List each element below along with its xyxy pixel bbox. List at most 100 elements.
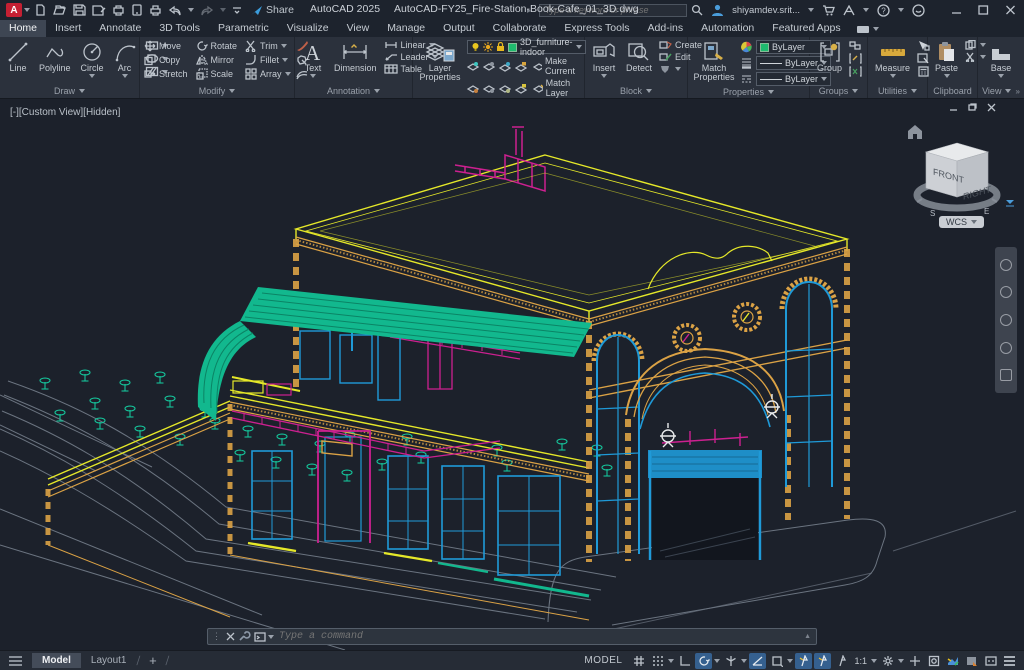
circle-button[interactable]: Circle	[78, 40, 107, 79]
tab-featured-apps[interactable]: Featured Apps	[763, 20, 849, 37]
tab-express-tools[interactable]: Express Tools	[555, 20, 638, 37]
match-properties-button[interactable]: Match Properties	[692, 40, 736, 84]
tab-visualize[interactable]: Visualize	[278, 20, 338, 37]
snap-toggle[interactable]	[649, 653, 666, 669]
navigation-bar[interactable]	[995, 247, 1017, 393]
panel-properties-label[interactable]: Properties	[688, 86, 809, 98]
nav-wheel-icon[interactable]	[1000, 258, 1012, 271]
undo-icon[interactable]	[168, 5, 182, 16]
tab-manage[interactable]: Manage	[378, 20, 434, 37]
redo-caret-icon[interactable]	[220, 8, 226, 12]
command-customize-icon[interactable]	[238, 631, 251, 642]
line-button[interactable]: Line	[4, 40, 32, 74]
nav-motion-icon[interactable]	[1000, 369, 1012, 382]
layer-off-icon[interactable]	[467, 61, 479, 72]
command-line[interactable]: ⋮ ▲	[207, 628, 817, 645]
annotation-autoscale-toggle[interactable]	[814, 652, 832, 669]
annotation-visibility-toggle[interactable]	[795, 652, 813, 669]
osnap-toggle[interactable]	[768, 653, 785, 669]
layer-properties-button[interactable]: Layer Properties	[417, 40, 463, 84]
user-name[interactable]: shiyamdev.srit...	[732, 5, 800, 16]
layout1-tab[interactable]: Layout1	[81, 653, 137, 668]
group-edit-icon[interactable]	[849, 53, 862, 64]
polar-caret-icon[interactable]	[714, 658, 721, 663]
copy-clip-icon[interactable]	[965, 40, 977, 50]
drawing-viewport[interactable]: [-][Custom View][Hidden] FRONT RIGHT S E…	[0, 99, 1024, 650]
viewport-controls-label[interactable]: [-][Custom View][Hidden]	[10, 107, 120, 118]
new-file-icon[interactable]	[34, 4, 47, 16]
command-expand-icon[interactable]: ▲	[804, 633, 811, 640]
viewport-close-icon[interactable]	[987, 103, 996, 112]
snap-caret-icon[interactable]	[668, 658, 675, 663]
search-icon[interactable]	[691, 4, 703, 16]
mobile-icon[interactable]	[131, 4, 143, 16]
crosshair-icon[interactable]	[906, 653, 923, 669]
model-tab[interactable]: Model	[32, 653, 81, 668]
copy-button[interactable]: Copy	[144, 54, 188, 66]
stretch-button[interactable]: Stretch	[144, 68, 188, 80]
autodesk-caret-icon[interactable]	[863, 8, 869, 12]
grid-toggle[interactable]	[630, 653, 647, 669]
measure-button[interactable]: Measure	[872, 40, 913, 79]
minimize-button[interactable]	[951, 5, 962, 15]
base-button[interactable]: Base	[986, 40, 1016, 79]
annotation-scale-icon[interactable]	[833, 653, 850, 669]
tab-annotate[interactable]: Annotate	[90, 20, 150, 37]
new-layout-button[interactable]: +	[141, 653, 165, 668]
match-layer-button[interactable]: Match Layer	[533, 78, 586, 98]
nav-pan-icon[interactable]	[1000, 286, 1012, 299]
tab-insert[interactable]: Insert	[46, 20, 90, 37]
scale-button[interactable]: Scale	[195, 68, 238, 80]
app-menu-caret-icon[interactable]	[24, 8, 30, 12]
panel-modify-label[interactable]: Modify	[140, 85, 294, 98]
fillet-button[interactable]: Fillet	[245, 54, 291, 66]
polyline-button[interactable]: Polyline	[36, 40, 74, 74]
command-recent-icon[interactable]	[254, 631, 268, 642]
user-caret-icon[interactable]	[808, 8, 814, 12]
plot-icon[interactable]	[112, 4, 125, 16]
tab-view[interactable]: View	[338, 20, 379, 37]
maximize-button[interactable]	[978, 5, 989, 15]
viewport-minimize-icon[interactable]	[949, 103, 958, 112]
viewcube-south-label[interactable]: S	[930, 209, 935, 218]
move-button[interactable]: Move	[144, 40, 188, 52]
layer-isolate-icon[interactable]	[483, 61, 495, 72]
tab-parametric[interactable]: Parametric	[209, 20, 278, 37]
group-button[interactable]: Group	[814, 40, 845, 74]
layer-vpfreeze-icon[interactable]	[483, 83, 495, 94]
clean-screen-toggle[interactable]	[963, 653, 980, 669]
cart-icon[interactable]	[822, 4, 835, 16]
nav-orbit-icon[interactable]	[1000, 341, 1012, 354]
viewcube-east-label[interactable]: E	[984, 207, 989, 216]
undo-caret-icon[interactable]	[188, 8, 194, 12]
help-caret-icon[interactable]	[898, 8, 904, 12]
graphics-performance-toggle[interactable]	[944, 653, 961, 669]
help-icon[interactable]: ?	[877, 3, 890, 17]
isodraft-toggle[interactable]	[722, 653, 739, 669]
tab-automation[interactable]: Automation	[692, 20, 763, 37]
array-button[interactable]: Array	[245, 68, 291, 80]
command-caret-icon[interactable]	[268, 634, 274, 639]
osnap-caret-icon[interactable]	[787, 658, 794, 663]
panel-utilities-label[interactable]: Utilities	[868, 85, 927, 98]
viewport-restore-icon[interactable]	[968, 103, 977, 112]
panel-view-label[interactable]: View»	[978, 85, 1024, 98]
ungroup-icon[interactable]	[849, 40, 862, 51]
qat-customize-icon[interactable]	[232, 5, 242, 15]
group-selection-icon[interactable]	[849, 66, 862, 77]
tab-3d-tools[interactable]: 3D Tools	[150, 20, 209, 37]
panel-block-label[interactable]: Block	[585, 85, 687, 98]
workspace-caret-icon[interactable]	[898, 658, 904, 663]
cut-clip-icon[interactable]	[965, 52, 977, 62]
workspace-gear[interactable]	[879, 653, 896, 669]
close-button[interactable]	[1005, 5, 1016, 15]
redo-icon[interactable]	[200, 5, 214, 16]
annotation-scale-value[interactable]: 1:1	[852, 656, 869, 666]
autodesk-icon[interactable]	[843, 4, 855, 16]
paste-button[interactable]: Paste	[932, 40, 961, 79]
dimension-button[interactable]: Dimension	[331, 40, 380, 74]
isodraft-caret-icon[interactable]	[741, 658, 748, 663]
layer-delete-icon[interactable]	[515, 83, 527, 94]
otrack-toggle[interactable]	[749, 652, 767, 669]
command-input[interactable]	[279, 631, 800, 642]
